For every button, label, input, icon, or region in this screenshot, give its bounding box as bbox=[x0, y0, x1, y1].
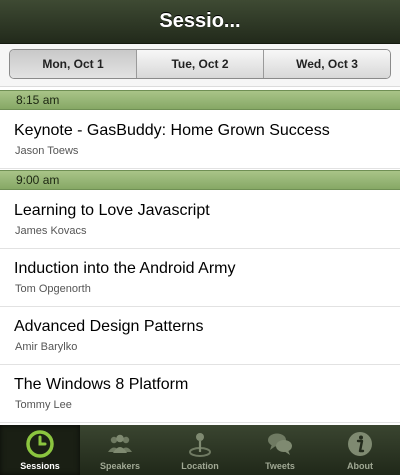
session-title: Advanced Design Patterns bbox=[14, 318, 204, 335]
page-title: Sessio... bbox=[159, 10, 241, 32]
clock-icon bbox=[25, 429, 55, 459]
session-title: The Windows 8 Platform bbox=[14, 376, 189, 393]
day-tab-wed[interactable]: Wed, Oct 3 bbox=[264, 50, 390, 78]
tab-label: Sessions bbox=[20, 461, 60, 471]
tab-sessions[interactable]: Sessions bbox=[0, 425, 80, 475]
session-speaker: Tommy Lee bbox=[15, 399, 72, 411]
info-icon bbox=[345, 429, 375, 459]
tab-about[interactable]: About bbox=[320, 425, 400, 475]
tab-location[interactable]: Location bbox=[160, 425, 240, 475]
map-pin-icon bbox=[185, 429, 215, 459]
session-row[interactable]: The Windows 8 Platform Tommy Lee bbox=[0, 365, 400, 423]
tab-label: Speakers bbox=[99, 461, 141, 471]
day-selector-bar: Mon, Oct 1 Tue, Oct 2 Wed, Oct 3 bbox=[0, 44, 400, 87]
session-speaker: Jason Toews bbox=[15, 145, 79, 157]
session-row[interactable]: Induction into the Android Army Tom Opge… bbox=[0, 249, 400, 307]
day-tab-mon[interactable]: Mon, Oct 1 bbox=[10, 50, 137, 78]
day-tab-tue[interactable]: Tue, Oct 2 bbox=[137, 50, 264, 78]
time-section-header: 9:00 am bbox=[0, 170, 400, 190]
tab-label: Tweets bbox=[265, 461, 295, 471]
session-title: Learning to Love Javascript bbox=[14, 202, 210, 219]
tab-label: About bbox=[347, 461, 373, 471]
bottom-tab-bar: Sessions Speakers Location Tweets About bbox=[0, 425, 400, 475]
session-row[interactable]: Keynote - GasBuddy: Home Grown Success J… bbox=[0, 111, 400, 169]
tab-label: Location bbox=[181, 461, 219, 471]
title-bar: Sessio... bbox=[0, 0, 400, 44]
session-speaker: Tom Opgenorth bbox=[15, 283, 91, 295]
session-speaker: Amir Barylko bbox=[15, 341, 78, 353]
time-section-header: 8:15 am bbox=[0, 90, 400, 110]
session-row[interactable]: Advanced Design Patterns Amir Barylko bbox=[0, 307, 400, 365]
session-speaker: James Kovacs bbox=[15, 225, 87, 237]
session-title: Induction into the Android Army bbox=[14, 260, 236, 277]
day-segmented-control: Mon, Oct 1 Tue, Oct 2 Wed, Oct 3 bbox=[9, 49, 391, 79]
speech-bubbles-icon bbox=[265, 429, 295, 459]
session-row[interactable]: Learning to Love Javascript James Kovacs bbox=[0, 191, 400, 249]
session-title: Keynote - GasBuddy: Home Grown Success bbox=[14, 122, 330, 139]
tab-speakers[interactable]: Speakers bbox=[80, 425, 160, 475]
people-icon bbox=[105, 429, 135, 459]
tab-tweets[interactable]: Tweets bbox=[240, 425, 320, 475]
